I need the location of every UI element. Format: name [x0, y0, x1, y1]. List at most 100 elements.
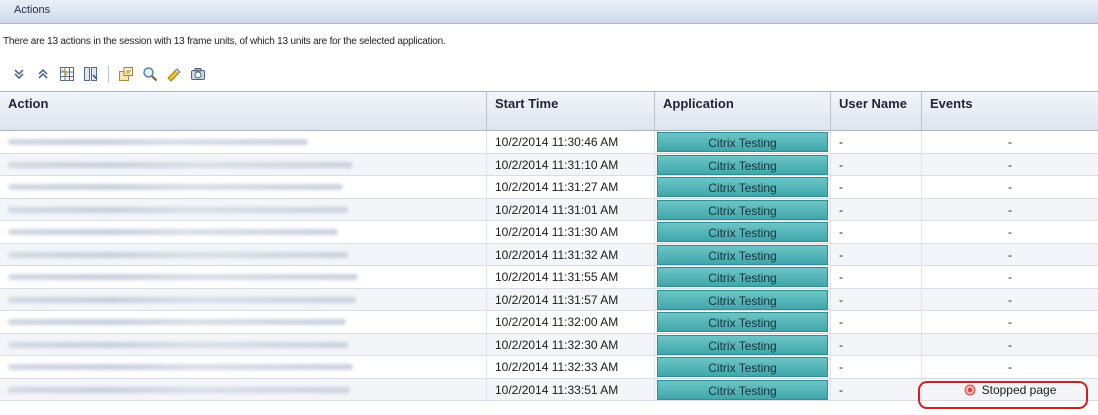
table-row[interactable]: 10/2/2014 11:31:30 AM Citrix Testing - - [0, 221, 1098, 244]
application-cell: Citrix Testing [655, 356, 831, 378]
user-name-cell: - [831, 131, 922, 153]
redacted-url [8, 296, 356, 303]
column-header-application[interactable]: Application [655, 92, 831, 131]
table-row[interactable]: 10/2/2014 11:30:46 AM Citrix Testing - - [0, 131, 1098, 154]
application-name: Citrix Testing [657, 132, 828, 152]
events-cell: - [1008, 135, 1012, 149]
table-header: Action Start Time Application User Name … [0, 91, 1098, 131]
redacted-url [8, 251, 348, 258]
table-row[interactable]: 10/2/2014 11:32:00 AM Citrix Testing - - [0, 311, 1098, 334]
application-name: Citrix Testing [657, 154, 828, 175]
actions-panel: Actions There are 13 actions in the sess… [0, 0, 1098, 415]
start-time-cell: 10/2/2014 11:31:30 AM [487, 221, 655, 243]
application-cell: Citrix Testing [655, 266, 831, 288]
panel-title: Actions [0, 0, 1098, 24]
user-name-cell: - [831, 288, 922, 311]
column-header-start-time[interactable]: Start Time [487, 92, 655, 131]
application-name: Citrix Testing [657, 289, 828, 310]
application-cell: Citrix Testing [655, 311, 831, 333]
events-cell: - [1008, 292, 1012, 307]
events-cell: - [1008, 202, 1012, 217]
snapshot-icon[interactable] [189, 65, 207, 83]
start-time-cell: 10/2/2014 11:32:33 AM [487, 356, 655, 378]
export-icon[interactable] [117, 65, 135, 83]
user-name-cell: - [831, 333, 922, 356]
application-name: Citrix Testing [657, 312, 828, 332]
action-url-cell[interactable] [0, 176, 487, 198]
search-icon[interactable] [141, 65, 159, 83]
table-row[interactable]: 10/2/2014 11:31:10 AM Citrix Testing - - [0, 153, 1098, 176]
start-time-cell: 10/2/2014 11:31:27 AM [487, 176, 655, 198]
table-row[interactable]: 10/2/2014 11:32:33 AM Citrix Testing - - [0, 356, 1098, 379]
redacted-url [8, 161, 353, 168]
toolbar [10, 60, 207, 88]
action-url-cell[interactable] [0, 153, 487, 176]
events-cell: - [1008, 270, 1012, 284]
stopped-page-highlight [918, 381, 1088, 409]
action-url-cell[interactable] [0, 198, 487, 221]
start-time-cell: 10/2/2014 11:32:30 AM [487, 333, 655, 356]
events-cell: - [1008, 337, 1012, 352]
table-row[interactable]: 10/2/2014 11:31:27 AM Citrix Testing - - [0, 176, 1098, 199]
start-time-cell: 10/2/2014 11:31:55 AM [487, 266, 655, 288]
start-time-cell: 10/2/2014 11:31:32 AM [487, 243, 655, 266]
columns-icon[interactable] [82, 65, 100, 83]
table-row[interactable]: 10/2/2014 11:31:01 AM Citrix Testing - - [0, 198, 1098, 221]
redacted-url [8, 206, 348, 213]
events-cell: - [1008, 315, 1012, 329]
user-name-cell: - [831, 266, 922, 288]
action-url-cell[interactable] [0, 356, 487, 378]
events-cell: - [1008, 360, 1012, 374]
action-url-cell[interactable] [0, 378, 487, 401]
start-time-cell: 10/2/2014 11:30:46 AM [487, 131, 655, 153]
expand-all-icon[interactable] [10, 65, 28, 83]
user-name-cell: - [831, 378, 922, 401]
start-time-cell: 10/2/2014 11:31:01 AM [487, 198, 655, 221]
application-cell: Citrix Testing [655, 333, 831, 356]
redacted-url [8, 229, 338, 235]
application-cell: Citrix Testing [655, 131, 831, 153]
highlight-icon[interactable] [165, 65, 183, 83]
events-cell: - [1008, 247, 1012, 262]
table-row[interactable]: 10/2/2014 11:31:32 AM Citrix Testing - - [0, 243, 1098, 266]
grid-icon[interactable] [58, 65, 76, 83]
action-url-cell[interactable] [0, 221, 487, 243]
user-name-cell: - [831, 198, 922, 221]
application-cell: Citrix Testing [655, 153, 831, 176]
application-name: Citrix Testing [657, 334, 828, 355]
action-url-cell[interactable] [0, 333, 487, 356]
user-name-cell: - [831, 356, 922, 378]
table-row[interactable]: 10/2/2014 11:31:57 AM Citrix Testing - - [0, 288, 1098, 311]
action-url-cell[interactable] [0, 131, 487, 153]
column-header-user-name[interactable]: User Name [831, 92, 922, 131]
actions-summary: There are 13 actions in the session with… [3, 36, 446, 47]
application-name: Citrix Testing [657, 357, 828, 377]
user-name-cell: - [831, 311, 922, 333]
action-url-cell[interactable] [0, 288, 487, 311]
actions-table-body: 10/2/2014 11:30:46 AM Citrix Testing - -… [0, 131, 1098, 401]
table-row[interactable]: 10/2/2014 11:32:30 AM Citrix Testing - - [0, 333, 1098, 356]
table-row[interactable]: 10/2/2014 11:31:55 AM Citrix Testing - - [0, 266, 1098, 289]
application-name: Citrix Testing [657, 222, 828, 242]
application-name: Citrix Testing [657, 244, 828, 265]
redacted-url [8, 274, 358, 280]
application-cell: Citrix Testing [655, 378, 831, 401]
start-time-cell: 10/2/2014 11:32:00 AM [487, 311, 655, 333]
redacted-url [8, 139, 308, 145]
application-name: Citrix Testing [657, 177, 828, 197]
events-cell: - [1008, 180, 1012, 194]
user-name-cell: - [831, 243, 922, 266]
redacted-url [8, 184, 343, 190]
action-url-cell[interactable] [0, 243, 487, 266]
redacted-url [8, 364, 353, 370]
action-url-cell[interactable] [0, 311, 487, 333]
column-header-events[interactable]: Events [922, 92, 1098, 131]
start-time-cell: 10/2/2014 11:33:51 AM [487, 378, 655, 401]
column-header-action[interactable]: Action [0, 92, 487, 131]
collapse-all-icon[interactable] [34, 65, 52, 83]
action-url-cell[interactable] [0, 266, 487, 288]
user-name-cell: - [831, 221, 922, 243]
application-name: Citrix Testing [657, 379, 828, 400]
application-cell: Citrix Testing [655, 176, 831, 198]
toolbar-separator [108, 65, 109, 83]
